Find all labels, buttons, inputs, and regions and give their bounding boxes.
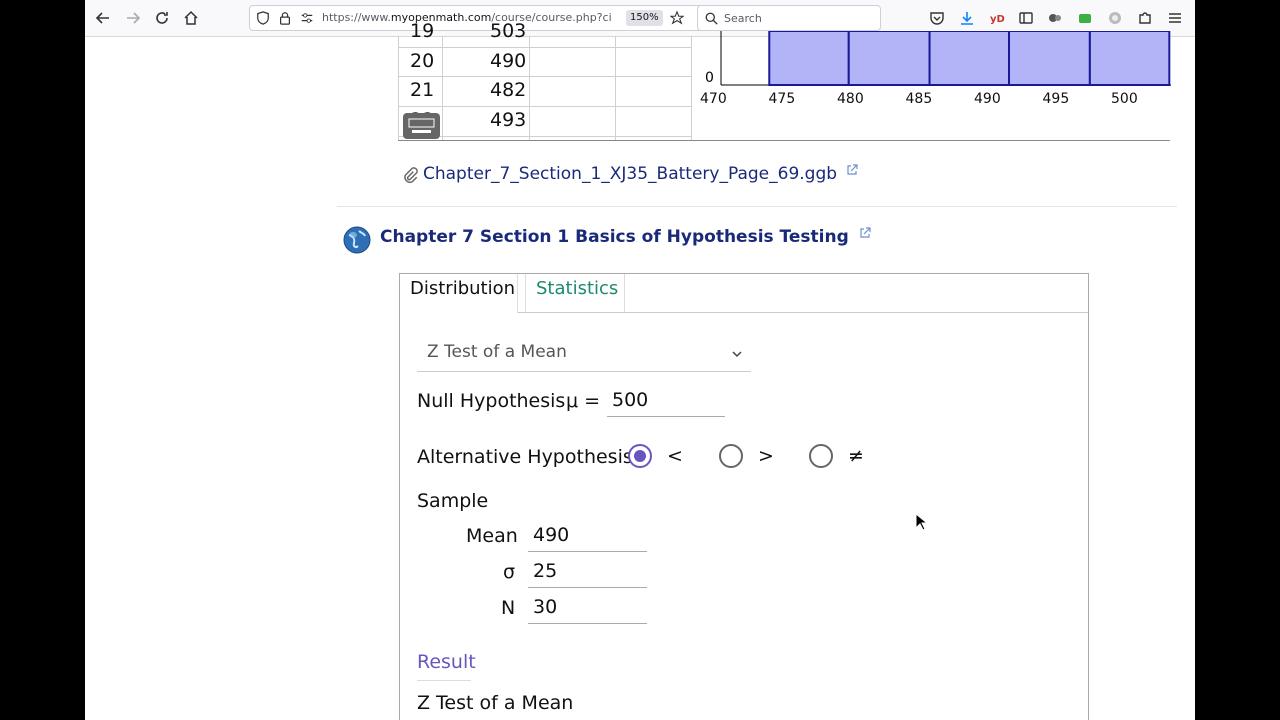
url-text[interactable]: https://www.myopenmath.com/course/course…: [322, 11, 612, 24]
mouse-cursor-icon: [915, 513, 927, 531]
null-mu-symbol: μ =: [566, 390, 601, 412]
browser-window: https://www.myopenmath.com/course/course…: [85, 0, 1195, 720]
menu-icon[interactable]: [1163, 6, 1187, 30]
row-value: 493: [490, 109, 527, 131]
paperclip-icon: [404, 167, 418, 183]
row-value: 503: [490, 20, 527, 42]
lock-icon[interactable]: [278, 11, 292, 25]
alt-less-than-label: <: [667, 445, 683, 467]
extension-a-icon[interactable]: [1043, 6, 1067, 30]
chevron-down-icon: [732, 351, 742, 358]
alt-hypothesis-label: Alternative Hypothesis: [417, 446, 633, 468]
x-tick-label: 495: [1043, 91, 1070, 107]
tab-distribution[interactable]: Distribution: [400, 274, 518, 313]
hypothesis-test-app: Distribution Statistics Z Test of a Mean…: [399, 273, 1089, 720]
test-type-value: Z Test of a Mean: [427, 342, 567, 362]
chapter-link[interactable]: Chapter 7 Section 1 Basics of Hypothesis…: [380, 227, 871, 247]
result-underline: [417, 680, 471, 681]
result-title: Z Test of a Mean: [417, 692, 574, 714]
bookmark-star-icon[interactable]: [670, 11, 684, 25]
permissions-icon[interactable]: [300, 11, 314, 25]
sample-n-label: N: [501, 597, 516, 619]
row-index: 21: [410, 79, 435, 101]
alt-greater-than-label: >: [758, 445, 774, 467]
shield-icon[interactable]: [256, 11, 270, 25]
reload-icon[interactable]: [150, 6, 174, 30]
sample-n-input[interactable]: 30: [528, 594, 647, 624]
pocket-icon[interactable]: [925, 6, 949, 30]
svg-text:yD: yD: [990, 14, 1005, 25]
null-value-input[interactable]: 500: [607, 387, 725, 417]
x-tick-label: 470: [700, 91, 727, 107]
extension-c-icon[interactable]: [1103, 6, 1127, 30]
row-value: 490: [490, 50, 527, 72]
external-link-icon: [847, 164, 859, 175]
y-zero-label: 0: [705, 70, 714, 86]
extension-b-icon[interactable]: [1073, 6, 1097, 30]
sample-sigma-input[interactable]: 25: [528, 558, 647, 588]
tab-statistics[interactable]: Statistics: [525, 274, 625, 312]
sample-sigma-label: σ: [503, 561, 516, 583]
alt-not-equal-label: ≠: [848, 445, 864, 467]
sample-mean-label: Mean: [466, 525, 518, 547]
home-icon[interactable]: [179, 6, 203, 30]
x-tick-label: 490: [974, 91, 1001, 107]
back-icon[interactable]: [91, 6, 115, 30]
search-bar[interactable]: Search: [697, 5, 881, 31]
download-icon[interactable]: [955, 6, 979, 30]
alt-greater-than-radio[interactable]: [719, 444, 743, 468]
yd-extension-icon[interactable]: yD: [985, 6, 1009, 30]
external-link-icon: [860, 227, 871, 238]
app-tab-bar: Distribution Statistics: [400, 274, 1088, 313]
histogram-chart: 0 470 475 480 485 490 495 500: [700, 31, 1171, 107]
zoom-level-badge[interactable]: 150%: [626, 10, 663, 26]
search-placeholder: Search: [724, 12, 762, 25]
test-type-select[interactable]: Z Test of a Mean: [417, 336, 751, 372]
extensions-puzzle-icon[interactable]: [1133, 6, 1157, 30]
attachment-link[interactable]: Chapter_7_Section_1_XJ35_Battery_Page_69…: [404, 164, 859, 184]
x-tick-label: 480: [837, 91, 864, 107]
result-heading: Result: [417, 651, 476, 673]
alt-not-equal-radio[interactable]: [809, 444, 833, 468]
sidebar-icon[interactable]: [1014, 6, 1038, 30]
row-index: 20: [410, 50, 435, 72]
histogram-bar: [847, 31, 931, 86]
histogram-bar: [1008, 31, 1091, 86]
section-divider: [337, 206, 1177, 207]
forward-icon[interactable]: [121, 6, 145, 30]
sample-label: Sample: [417, 490, 489, 512]
histogram-bar: [768, 31, 850, 86]
x-tick-label: 500: [1111, 91, 1138, 107]
row-index: 19: [410, 20, 435, 42]
null-hypothesis-label: Null Hypothesis: [417, 390, 566, 412]
search-icon: [705, 12, 718, 25]
x-tick-label: 485: [906, 91, 933, 107]
chapter-title[interactable]: Chapter 7 Section 1 Basics of Hypothesis…: [380, 227, 849, 247]
globe-icon: [343, 226, 371, 254]
x-tick-label: 475: [769, 91, 796, 107]
attachment-filename[interactable]: Chapter_7_Section_1_XJ35_Battery_Page_69…: [423, 164, 837, 184]
sample-mean-input[interactable]: 490: [528, 522, 647, 552]
histogram-bar: [1088, 31, 1171, 86]
histogram-bar: [928, 31, 1011, 86]
keyboard-icon[interactable]: [403, 113, 440, 139]
alt-less-than-radio[interactable]: [628, 444, 652, 468]
page-content: 19 503 20 490 21 482 22 493 0 4704754804…: [85, 20, 1195, 720]
row-value: 482: [490, 79, 527, 101]
